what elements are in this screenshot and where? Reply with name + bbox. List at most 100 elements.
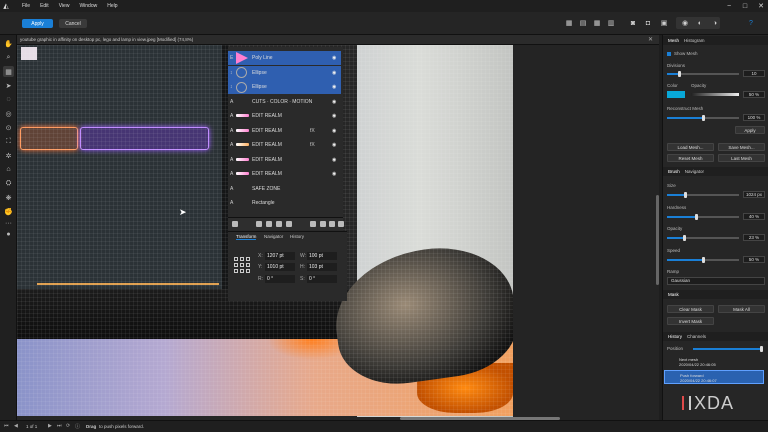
- brush-opacity-value[interactable]: 23 %: [743, 234, 765, 241]
- tab-history[interactable]: History: [290, 234, 304, 239]
- menu-view[interactable]: View: [59, 3, 70, 9]
- tab-navigator[interactable]: Navigator: [264, 234, 283, 239]
- prev-page-icon[interactable]: ◀: [14, 423, 18, 429]
- next-page-icon[interactable]: ▶: [48, 423, 52, 429]
- reconstruct-slider[interactable]: [667, 115, 739, 121]
- maximize-button[interactable]: □: [738, 0, 752, 12]
- layer-row[interactable]: A SAFE ZONE: [228, 182, 341, 196]
- pinch-tool-icon[interactable]: ◎: [3, 108, 14, 119]
- history-item[interactable]: Next mesh 2020/04/22 20:46:05: [664, 355, 764, 369]
- h-field[interactable]: 103 pt: [307, 263, 337, 271]
- invert-mask-button[interactable]: Invert Mask: [667, 317, 714, 325]
- group-icon[interactable]: [310, 221, 316, 227]
- more-tools-icon[interactable]: ···: [3, 218, 14, 229]
- menu-help[interactable]: Help: [107, 3, 117, 9]
- brush-opacity-slider[interactable]: [667, 235, 739, 241]
- ramp-select[interactable]: Gaussian: [667, 277, 765, 285]
- info-icon[interactable]: ⓘ: [75, 423, 80, 430]
- layer-row[interactable]: A Rectangle: [228, 196, 341, 210]
- layer-row[interactable]: ↕ Ellipse ◉: [228, 65, 341, 80]
- color-picker-icon[interactable]: ●: [3, 229, 14, 240]
- minimize-button[interactable]: −: [722, 0, 736, 12]
- layer-row[interactable]: A CUTS · COLOR · MOTION ◉: [228, 95, 341, 109]
- apply-button[interactable]: Apply: [22, 19, 53, 28]
- mask-all-button[interactable]: Mask All: [718, 305, 765, 313]
- mode-icon-1[interactable]: ◙: [628, 18, 638, 28]
- mode-icon-2[interactable]: ◘: [643, 18, 653, 28]
- divisions-slider[interactable]: [667, 71, 739, 77]
- w-field[interactable]: 100 pt: [307, 252, 337, 260]
- menu-window[interactable]: Window: [79, 3, 97, 9]
- mode-icon-3[interactable]: ▣: [659, 18, 669, 28]
- hand-tool-icon[interactable]: ✋: [3, 38, 14, 49]
- thaw-tool-icon[interactable]: ⌂: [3, 164, 14, 175]
- tab-brush-navigator[interactable]: Navigator: [685, 169, 704, 174]
- rotation-field[interactable]: 0 °: [265, 275, 295, 283]
- affinity-logo-icon[interactable]: ◭: [0, 0, 12, 12]
- last-page-icon[interactable]: ⏭: [57, 423, 62, 429]
- visibility-eye-icon[interactable]: ◉: [332, 113, 336, 119]
- history-item-selected[interactable]: Push forward 2020/04/22 20:46:07: [664, 370, 764, 384]
- tab-mask[interactable]: Mask: [668, 292, 679, 297]
- close-document-icon[interactable]: ✕: [648, 36, 653, 43]
- tab-histogram[interactable]: Histogram: [684, 38, 705, 43]
- folder-icon[interactable]: [320, 221, 326, 227]
- layer-row[interactable]: A EDIT REALM fX ◉: [228, 124, 341, 138]
- size-value[interactable]: 1024 px: [743, 191, 765, 198]
- mesh-color-swatch[interactable]: [667, 91, 685, 98]
- tab-brush[interactable]: Brush: [668, 169, 680, 174]
- punch-tool-icon[interactable]: ⊙: [3, 122, 14, 133]
- document-title[interactable]: youtube graphic in affinity on desktop p…: [20, 37, 193, 42]
- load-mesh-button[interactable]: Load Mesh...: [667, 143, 714, 151]
- y-field[interactable]: 1010 pt: [265, 263, 295, 271]
- visibility-eye-icon[interactable]: ◉: [332, 171, 336, 177]
- view-eye-icon[interactable]: ◉: [680, 18, 690, 28]
- grid-icon[interactable]: [329, 221, 335, 227]
- zoom-tool-icon[interactable]: ⌕: [3, 52, 14, 63]
- layer-row[interactable]: E Poly Line ◉: [228, 51, 341, 65]
- reset-mesh-button[interactable]: Reset Mesh: [667, 154, 714, 162]
- tab-mesh[interactable]: Mesh: [668, 38, 679, 43]
- history-position-slider[interactable]: [693, 346, 763, 352]
- layer-row[interactable]: ↕ Ellipse ◉: [228, 80, 341, 94]
- adjustment-icon[interactable]: [276, 221, 282, 227]
- push-forward-tool-icon[interactable]: ➤: [3, 80, 14, 91]
- trash-icon[interactable]: [338, 221, 344, 227]
- save-mesh-button[interactable]: Save Mesh...: [718, 143, 765, 151]
- x-field[interactable]: 1207 pt: [265, 252, 295, 260]
- vertical-scrollbar[interactable]: [656, 195, 659, 285]
- shear-field[interactable]: 0 °: [307, 275, 337, 283]
- visibility-eye-icon[interactable]: ◉: [332, 70, 336, 76]
- layer-add-icon[interactable]: [256, 221, 262, 227]
- close-window-button[interactable]: ✕: [754, 0, 768, 12]
- anchor-selector[interactable]: [234, 257, 250, 273]
- mask-icon[interactable]: [266, 221, 272, 227]
- persona-pixel-icon[interactable]: ▦: [564, 18, 574, 28]
- hardness-value[interactable]: 40 %: [743, 213, 765, 220]
- mesh-warp-tool-icon[interactable]: ▦: [3, 66, 14, 77]
- tab-channels[interactable]: Channels: [687, 334, 706, 339]
- persona-develop-icon[interactable]: ▦: [592, 18, 602, 28]
- reconstruct-value[interactable]: 100 %: [743, 114, 765, 121]
- last-mesh-button[interactable]: Last Mesh: [718, 154, 765, 162]
- divisions-value[interactable]: 10: [743, 70, 765, 77]
- persona-tone-icon[interactable]: ▥: [606, 18, 616, 28]
- sync-icon[interactable]: ⟳: [66, 423, 70, 429]
- visibility-eye-icon[interactable]: ◉: [332, 157, 336, 163]
- layer-row[interactable]: A EDIT REALM ◉: [228, 109, 341, 123]
- freeze-tool-icon[interactable]: ✲: [3, 150, 14, 161]
- visibility-eye-icon[interactable]: ◉: [332, 142, 336, 148]
- menu-file[interactable]: File: [22, 3, 30, 9]
- tab-studio-history[interactable]: History: [668, 334, 682, 339]
- cancel-button[interactable]: Cancel: [59, 19, 87, 28]
- layer-fx-icon[interactable]: fX: [310, 128, 315, 134]
- reconstruct-tool-icon[interactable]: ⛭: [3, 178, 14, 189]
- first-page-icon[interactable]: ⏮: [4, 423, 9, 429]
- speed-slider[interactable]: [667, 257, 739, 263]
- hardness-slider[interactable]: [667, 214, 739, 220]
- visibility-eye-icon[interactable]: ◉: [332, 84, 336, 90]
- visibility-eye-icon[interactable]: ◉: [332, 99, 336, 105]
- mesh-opacity-value[interactable]: 50 %: [743, 91, 765, 98]
- speed-value[interactable]: 50 %: [743, 256, 765, 263]
- transform-tool-icon[interactable]: ⛶: [3, 136, 14, 147]
